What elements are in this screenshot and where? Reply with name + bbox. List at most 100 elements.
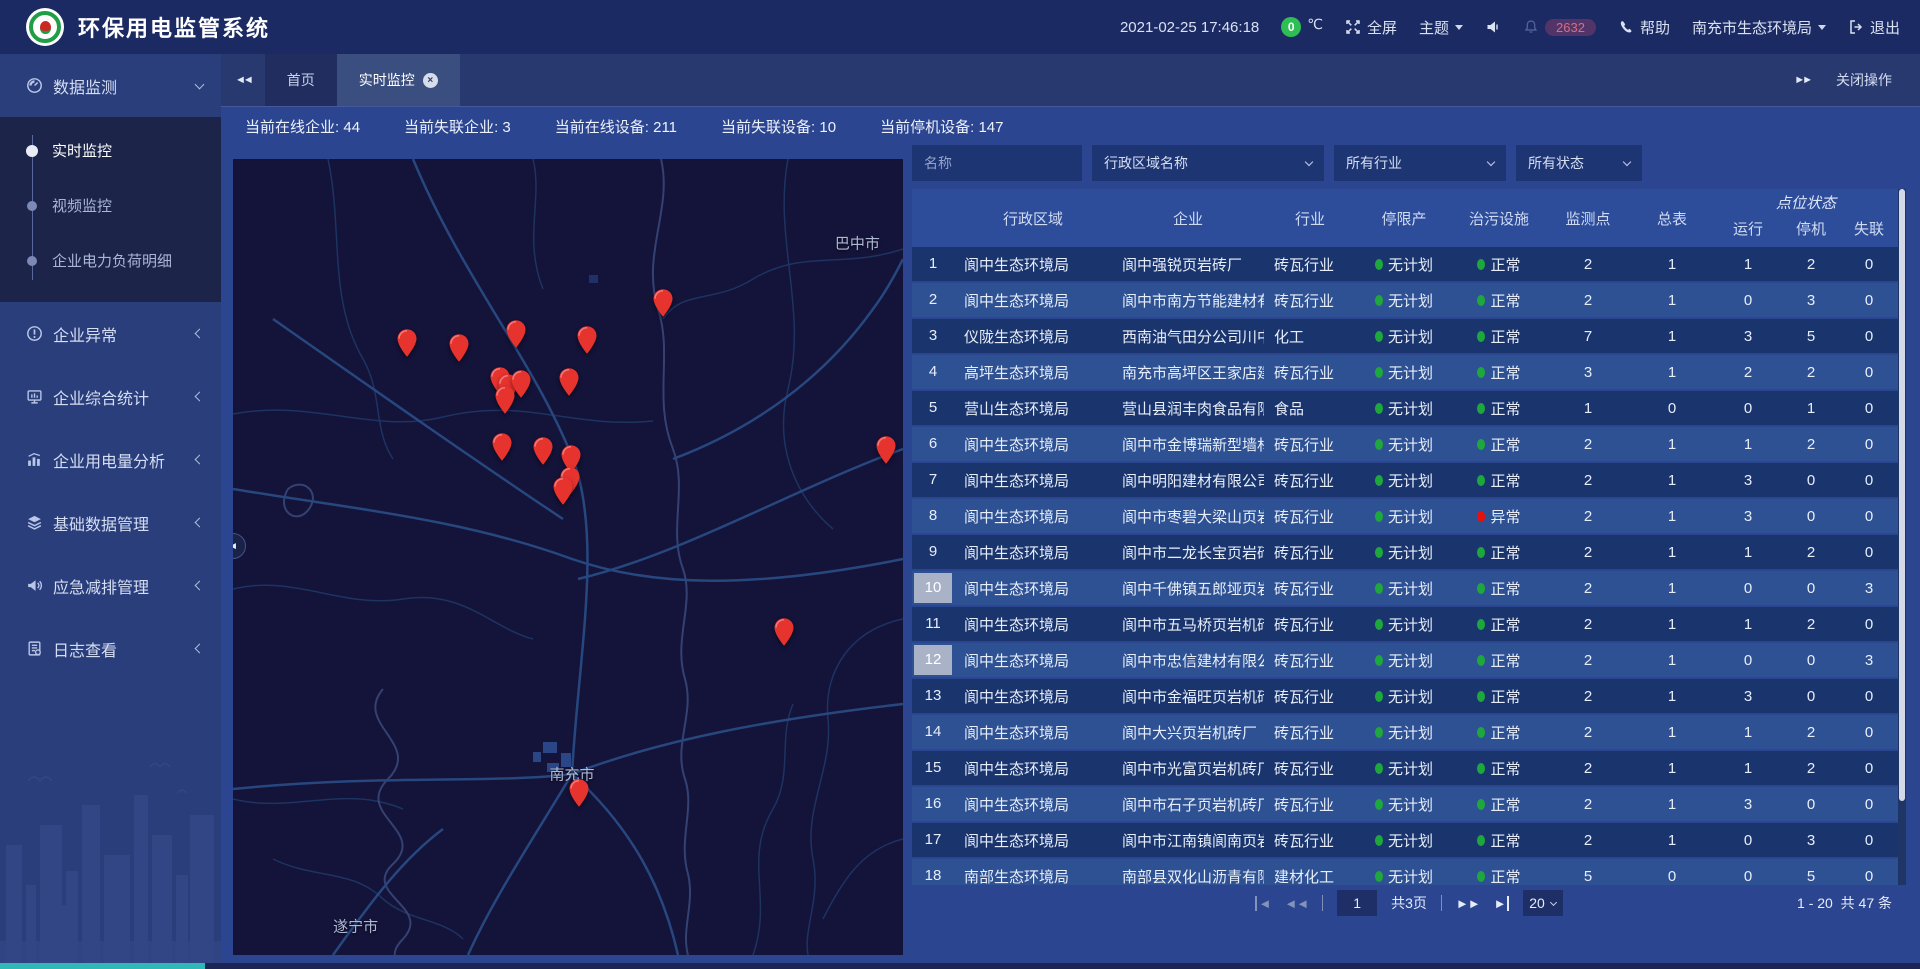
table-row[interactable]: 16 阆中生态环境局 阆中市石子页岩机砖厂 砖瓦行业 无计划 正常 2 1 3 … [912,787,1898,823]
sidebar-group[interactable]: 企业异常 [0,302,221,365]
help-button[interactable]: 帮助 [1618,17,1670,38]
next-page-button[interactable]: ►► [1456,896,1480,911]
logout-button[interactable]: 退出 [1848,17,1900,38]
org-dropdown[interactable]: 南充市生态环境局 [1692,17,1826,38]
map-pin[interactable] [493,433,512,461]
cell-industry: 砖瓦行业 [1264,434,1356,455]
cell-company: 阆中市江南镇阆南页岩 [1112,830,1264,851]
cell-company: 阆中强锐页岩砖厂 [1112,254,1264,275]
map-pin[interactable] [496,386,515,414]
sidebar-group[interactable]: 数据监测 [0,54,221,117]
table-row[interactable]: 8 阆中生态环境局 阆中市枣碧大梁山页岩 砖瓦行业 无计划 异常 2 1 3 0… [912,499,1898,535]
cell-lost: 0 [1840,364,1898,381]
map-pin[interactable] [506,320,525,348]
table-row[interactable]: 7 阆中生态环境局 阆中明阳建材有限公司 砖瓦行业 无计划 正常 2 1 3 0… [912,463,1898,499]
map-pin[interactable] [534,437,553,465]
chevron-down-icon [1305,157,1313,165]
current-page-input[interactable]: 1 [1337,890,1377,916]
map-panel[interactable]: 巴中市南充市遂宁市 [233,159,903,955]
cell-meters: 1 [1630,760,1714,777]
cell-company: 阆中市金福旺页岩机砖 [1112,686,1264,707]
map-pin[interactable] [559,368,578,396]
scrollbar-thumb[interactable] [1899,189,1905,801]
col-points: 监测点 [1546,189,1630,247]
row-index: 4 [916,357,950,387]
prev-page-button[interactable]: ◄◄ [1284,896,1308,911]
map-pin[interactable] [654,289,673,317]
cell-stop: 0 [1782,652,1840,669]
table-row[interactable]: 6 阆中生态环境局 阆中市金博瑞新型墙材 砖瓦行业 无计划 正常 2 1 1 2… [912,427,1898,463]
cell-stop: 0 [1782,508,1840,525]
industry-filter-select[interactable]: 所有行业 [1334,145,1506,181]
map-pin[interactable] [450,334,469,362]
map-pin[interactable] [876,436,895,464]
table-row[interactable]: 3 仪陇生态环境局 西南油气田分公司川中 化工 无计划 正常 7 1 3 5 0 [912,319,1898,355]
table-row[interactable]: 17 阆中生态环境局 阆中市江南镇阆南页岩 砖瓦行业 无计划 正常 2 1 0 … [912,823,1898,859]
sidebar-group[interactable]: 日志查看 [0,617,221,680]
cell-region: 阆中生态环境局 [954,254,1112,275]
sidebar-group[interactable]: 企业综合统计 [0,365,221,428]
table-row[interactable]: 10 阆中生态环境局 阆中千佛镇五郎垭页岩 砖瓦行业 无计划 正常 2 1 0 … [912,571,1898,607]
treatment-status-icon [1477,475,1485,486]
tab[interactable]: 首页 [265,54,337,106]
notifications[interactable]: 2632 [1523,19,1596,36]
table-row[interactable]: 2 阆中生态环境局 阆中市南方节能建材有 砖瓦行业 无计划 正常 2 1 0 3… [912,283,1898,319]
cell-stop: 5 [1782,868,1840,885]
timeline-dot-icon [27,256,37,266]
voice-mute-button[interactable] [1485,19,1501,35]
status-filter-select[interactable]: 所有状态 [1516,145,1642,181]
name-filter-input[interactable] [912,145,1082,181]
cell-lost: 0 [1840,508,1898,525]
table-row[interactable]: 14 阆中生态环境局 阆中大兴页岩机砖厂 砖瓦行业 无计划 正常 2 1 1 2… [912,715,1898,751]
map-pin[interactable] [775,618,794,646]
sidebar-sub-item[interactable]: 视频监控 [0,178,221,233]
cell-company: 南充市高坪区王家店建 [1112,362,1264,383]
table-row[interactable]: 4 高坪生态环境局 南充市高坪区王家店建 砖瓦行业 无计划 正常 3 1 2 2… [912,355,1898,391]
fullscreen-button[interactable]: 全屏 [1345,17,1397,38]
map-pin[interactable] [577,326,596,354]
sidebar-sub-item[interactable]: 实时监控 [0,123,221,178]
tab[interactable]: 实时监控 × [337,54,460,106]
treatment-status-icon [1477,799,1485,810]
col-run: 运行 [1714,215,1782,247]
last-page-button[interactable]: ► [1494,896,1509,911]
cell-industry: 砖瓦行业 [1264,758,1356,779]
sidebar-sub-item[interactable]: 企业电力负荷明细 [0,233,221,288]
map-pin[interactable] [397,329,416,357]
table-row[interactable]: 15 阆中生态环境局 阆中市光富页岩机砖厂 砖瓦行业 无计划 正常 2 1 1 … [912,751,1898,787]
cell-company: 阆中大兴页岩机砖厂 [1112,722,1264,743]
cell-run: 3 [1714,796,1782,813]
sidebar-group-label: 数据监测 [53,74,196,98]
tabs-scroll-left-button[interactable]: ◄◄ [221,54,265,106]
row-index: 12 [914,645,952,675]
page-size-select[interactable]: 20 [1523,890,1563,916]
table-row[interactable]: 1 阆中生态环境局 阆中强锐页岩砖厂 砖瓦行业 无计划 正常 2 1 1 2 0 [912,247,1898,283]
table-row[interactable]: 9 阆中生态环境局 阆中市二龙长宝页岩砖 砖瓦行业 无计划 正常 2 1 1 2… [912,535,1898,571]
close-operations-button[interactable]: 关闭操作 [1836,70,1892,90]
col-production: 停限产 [1356,189,1452,247]
region-filter-select[interactable]: 行政区域名称 [1092,145,1324,181]
cell-region: 阆中生态环境局 [954,650,1112,671]
map-pin[interactable] [553,477,572,505]
first-page-button[interactable]: ◄ [1255,896,1270,911]
theme-dropdown[interactable]: 主题 [1419,17,1463,38]
cell-stop: 2 [1782,256,1840,273]
table-row[interactable]: 12 阆中生态环境局 阆中市忠信建材有限公 砖瓦行业 无计划 正常 2 1 0 … [912,643,1898,679]
map-pin[interactable] [570,779,589,807]
sidebar-group[interactable]: 应急减排管理 [0,554,221,617]
table-row[interactable]: 5 营山生态环境局 营山县润丰肉食品有限 食品 无计划 正常 1 0 0 1 0 [912,391,1898,427]
table-row[interactable]: 18 南部生态环境局 南部县双化山沥青有限公 建材化工 无计划 正常 5 0 0… [912,859,1898,885]
table-row[interactable]: 13 阆中生态环境局 阆中市金福旺页岩机砖 砖瓦行业 无计划 正常 2 1 3 … [912,679,1898,715]
cell-region: 阆中生态环境局 [954,290,1112,311]
tabs-scroll-right-button[interactable]: ►► [1794,54,1810,106]
production-status-icon [1375,763,1383,774]
app-logo-icon [26,8,64,46]
table-scrollbar[interactable] [1898,189,1906,885]
cell-company: 阆中市石子页岩机砖厂 [1112,794,1264,815]
table-row[interactable]: 11 阆中生态环境局 阆中市五马桥页岩机砖 砖瓦行业 无计划 正常 2 1 1 … [912,607,1898,643]
sidebar-group[interactable]: 基础数据管理 [0,491,221,554]
tab-close-icon[interactable]: × [423,73,438,88]
sidebar-group[interactable]: 企业用电量分析 [0,428,221,491]
map-city-label: 巴中市 [835,233,880,254]
cell-production: 无计划 [1388,830,1433,851]
